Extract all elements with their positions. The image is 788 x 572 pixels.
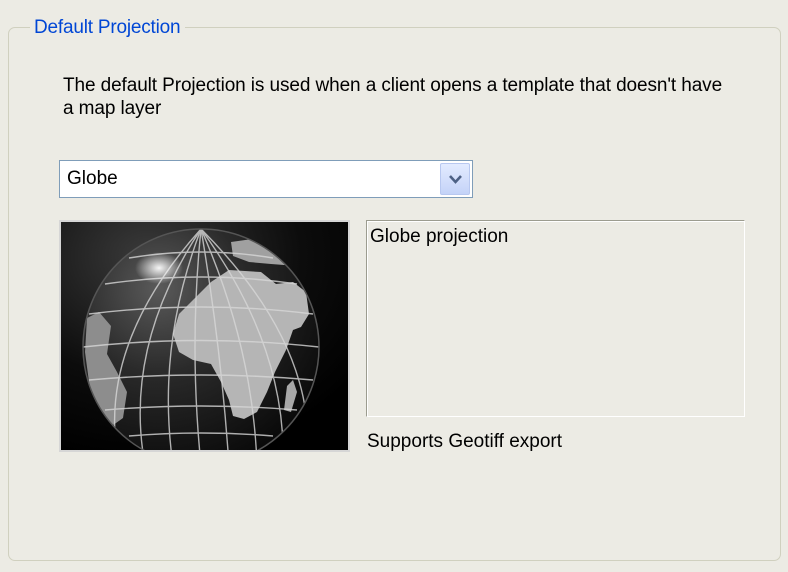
projection-info-box: Globe projection	[366, 220, 745, 417]
projection-name: Globe projection	[370, 226, 509, 247]
groupbox-title: Default Projection	[30, 16, 186, 40]
globe-icon	[61, 222, 348, 450]
dropdown-button[interactable]	[440, 163, 470, 195]
projection-description: The default Projection is used when a cl…	[63, 75, 723, 119]
projection-support-text: Supports Geotiff export	[367, 431, 563, 452]
projection-preview-image	[59, 220, 350, 452]
chevron-down-icon	[449, 175, 462, 184]
projection-select[interactable]: Globe	[59, 160, 473, 198]
projection-select-value: Globe	[67, 168, 118, 189]
